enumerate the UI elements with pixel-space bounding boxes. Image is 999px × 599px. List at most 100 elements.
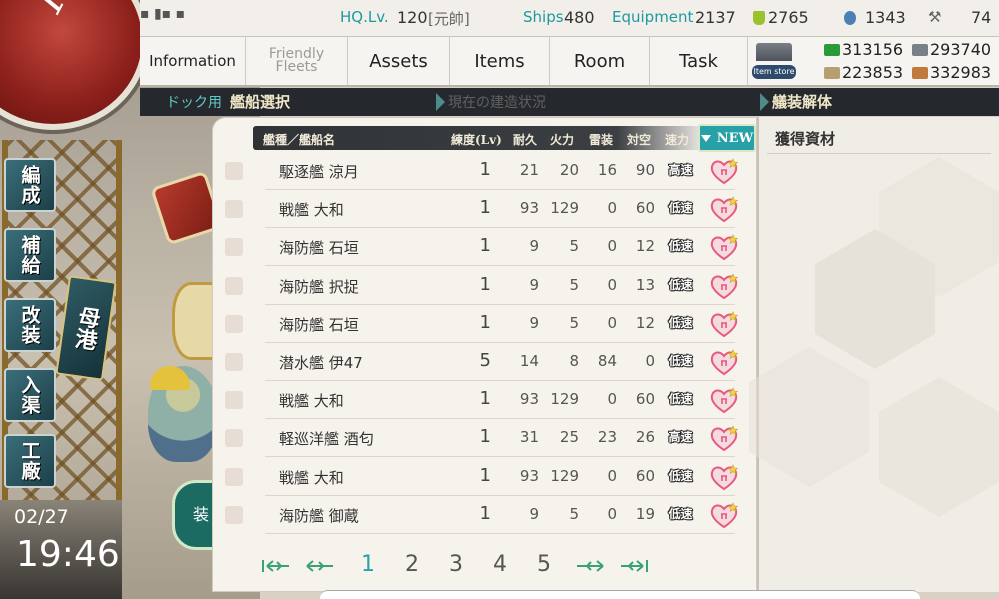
ship-stat-hp: 9	[529, 275, 539, 294]
ship-row[interactable]: 海防艦 御蔵 1 9 5 0 19 低速	[213, 496, 753, 534]
steel-icon	[824, 67, 840, 79]
tab-assets[interactable]: Assets	[348, 37, 450, 85]
row-checkbox[interactable]	[225, 467, 243, 486]
tab-information[interactable]: Information	[140, 37, 246, 85]
chevron-down-icon	[700, 134, 711, 142]
divider	[767, 153, 991, 154]
heart-lock-icon[interactable]	[709, 348, 739, 376]
page-3[interactable]: 3	[449, 552, 463, 577]
ship-row[interactable]: 駆逐艦 涼月 1 21 20 16 90 高速	[213, 152, 753, 190]
breadcrumb-ship-select: 艦船選択	[230, 93, 291, 111]
ship-row[interactable]: 海防艦 石垣 1 9 5 0 12 低速	[213, 228, 753, 267]
sort-label: NEW	[716, 130, 754, 146]
ship-stat-lv: 1	[479, 426, 491, 448]
ship-stat-tp: 0	[607, 313, 617, 332]
sort-new-button[interactable]: NEW	[698, 124, 756, 152]
row-checkbox[interactable]	[225, 429, 243, 448]
devmat-count: 1343	[865, 8, 906, 27]
row-checkbox[interactable]	[225, 353, 243, 371]
tab-items[interactable]: Items	[450, 37, 550, 85]
ship-row[interactable]: 戦艦 大和 1 93 129 0 60 低速	[213, 458, 753, 496]
ship-stat-aa: 12	[635, 313, 655, 332]
ship-row[interactable]: 海防艦 石垣 1 9 5 0 12 低速	[213, 305, 753, 343]
nav-fleet-button[interactable]: 編成	[4, 158, 56, 212]
ship-name: 海防艦 石垣	[279, 239, 359, 258]
item-store-button[interactable]: Item store	[750, 39, 800, 83]
ship-stat-aa: 60	[635, 199, 655, 218]
page-1[interactable]: 1	[361, 552, 375, 577]
nav-remodel-button[interactable]: 改装	[4, 298, 56, 352]
ship-stat-fp: 5	[569, 313, 579, 332]
row-checkbox[interactable]	[225, 391, 243, 410]
devmat-icon	[844, 11, 856, 25]
acquired-materials-panel: 獲得資材	[749, 117, 999, 592]
top-status-bar: ▪ ▮▪ ▪ HQ.Lv. 120 [元帥] Ships 480 Equipme…	[140, 0, 999, 37]
bucket-count: 2765	[768, 8, 809, 27]
page-4[interactable]: 4	[493, 552, 507, 577]
nav-arsenal-button[interactable]: 工廠	[4, 434, 56, 488]
ship-row[interactable]: 軽巡洋艦 酒匂 1 31 25 23 26 高速	[213, 419, 753, 458]
last-page-icon[interactable]	[619, 558, 649, 574]
bucket-stat: 2765	[753, 8, 809, 27]
ship-row[interactable]: 戦艦 大和 1 93 129 0 60 低速	[213, 190, 753, 229]
heart-lock-icon[interactable]	[709, 157, 739, 185]
bauxite-icon	[912, 67, 928, 79]
ship-name: 海防艦 択捉	[279, 277, 359, 296]
prev-page-icon[interactable]	[305, 558, 335, 574]
row-checkbox[interactable]	[225, 162, 243, 180]
row-checkbox[interactable]	[225, 200, 243, 219]
ship-stat-aa: 90	[635, 161, 655, 179]
tab-friendly-fleets[interactable]: Friendly Fleets	[246, 37, 348, 85]
row-checkbox[interactable]	[225, 276, 243, 295]
status-dots: ▪ ▮▪ ▪	[140, 6, 186, 22]
ship-row[interactable]: 海防艦 択捉 1 9 5 0 13 低速	[213, 267, 753, 305]
steel-stat: 223853	[824, 63, 903, 82]
ship-stat-fp: 129	[550, 466, 579, 485]
ship-stat-lv: 1	[479, 235, 491, 257]
hq-level: 120	[397, 8, 428, 27]
ship-stat-fp: 5	[569, 275, 579, 294]
ship-stat-tp: 0	[607, 466, 617, 485]
page-2[interactable]: 2	[405, 552, 419, 577]
heart-lock-icon[interactable]	[709, 424, 739, 452]
fuel-icon	[824, 44, 840, 56]
acquired-materials-title: 獲得資材	[775, 130, 836, 148]
nav-supply-button[interactable]: 補給	[4, 228, 56, 282]
ship-row[interactable]: 戦艦 大和 1 93 129 0 60 低速	[213, 381, 753, 420]
header-type-name: 艦種／艦船名	[263, 133, 336, 147]
row-checkbox[interactable]	[225, 505, 243, 524]
heart-lock-icon[interactable]	[709, 501, 739, 529]
speed-badge: 低速	[668, 201, 693, 216]
ship-stat-fp: 20	[559, 161, 579, 179]
heart-lock-icon[interactable]	[709, 310, 739, 338]
heart-lock-icon[interactable]	[709, 386, 739, 414]
ship-stat-hp: 93	[519, 199, 539, 218]
first-page-icon[interactable]	[261, 558, 291, 574]
ship-stat-aa: 60	[635, 466, 655, 485]
heart-lock-icon[interactable]	[709, 463, 739, 491]
devmat-stat: 1343	[844, 8, 906, 27]
ship-stat-lv: 1	[479, 273, 491, 295]
heart-lock-icon[interactable]	[709, 233, 739, 261]
chevron-right-icon	[760, 93, 769, 111]
ship-stat-tp: 84	[597, 352, 617, 370]
row-checkbox[interactable]	[225, 238, 243, 257]
heart-lock-icon[interactable]	[709, 195, 739, 223]
ship-name: 潜水艦 伊47	[279, 354, 363, 372]
speed-badge: 低速	[668, 315, 693, 330]
tab-room[interactable]: Room	[550, 37, 650, 85]
page-5[interactable]: 5	[537, 552, 551, 577]
ship-stat-lv: 1	[479, 311, 491, 333]
heart-lock-icon[interactable]	[709, 272, 739, 300]
tab-task[interactable]: Task	[650, 37, 748, 85]
bauxite-stat: 332983	[912, 63, 991, 82]
ship-row[interactable]: 潜水艦 伊47 5 14 8 84 0 低速	[213, 343, 753, 381]
ship-name: 戦艦 大和	[279, 468, 344, 487]
header-speed: 速力	[665, 133, 690, 147]
row-checkbox[interactable]	[225, 314, 243, 333]
nav-repair-button[interactable]: 入渠	[4, 368, 56, 422]
ship-stat-tp: 16	[597, 161, 617, 179]
ship-stat-tp: 0	[607, 199, 617, 218]
next-page-icon[interactable]	[575, 558, 605, 574]
item-store-label: Item store	[752, 65, 796, 79]
